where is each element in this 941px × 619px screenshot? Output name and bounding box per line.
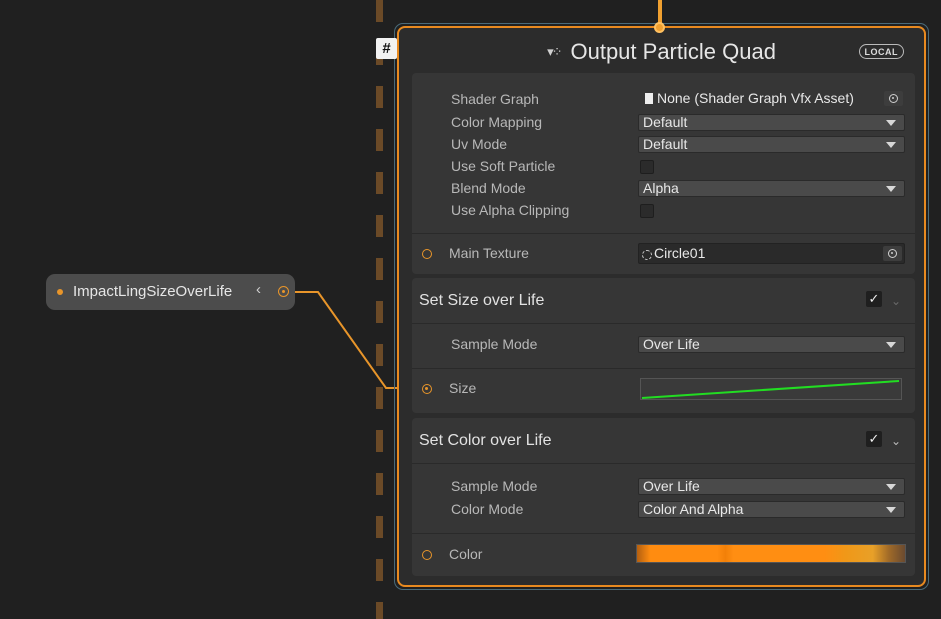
flow-input-port[interactable]: [654, 22, 665, 33]
use-soft-particle-row: Use Soft Particle: [412, 156, 915, 178]
main-texture-row: Main Texture Circle01: [412, 243, 915, 265]
use-soft-particle-label: Use Soft Particle: [451, 158, 556, 174]
color-gradient-field[interactable]: [636, 544, 906, 563]
dropdown-arrow-icon: [886, 507, 896, 513]
sample-mode-dropdown[interactable]: Over Life: [638, 336, 905, 353]
use-soft-particle-checkbox[interactable]: [640, 160, 654, 174]
dropdown-arrow-icon: [886, 142, 896, 148]
property-node-dot: [57, 289, 63, 295]
main-texture-label: Main Texture: [449, 245, 529, 261]
object-picker-icon[interactable]: [884, 91, 903, 106]
use-alpha-clipping-checkbox[interactable]: [640, 204, 654, 218]
dropdown-arrow-icon: [886, 120, 896, 126]
collapse-chevron-icon[interactable]: ‹: [256, 281, 261, 298]
main-texture-field[interactable]: Circle01: [638, 243, 905, 264]
shader-graph-row: Shader Graph None (Shader Graph Vfx Asse…: [412, 89, 915, 111]
dropdown-arrow-icon: [886, 186, 896, 192]
color-mode-label: Color Mode: [451, 501, 524, 517]
size-row: Size: [412, 378, 915, 400]
uv-mode-label: Uv Mode: [451, 136, 508, 152]
main-texture-value: Circle01: [654, 245, 706, 261]
settings-divider: [412, 233, 915, 234]
hash-badge[interactable]: #: [376, 38, 397, 59]
uv-mode-value: Default: [643, 136, 688, 152]
size-curve: [641, 380, 900, 399]
shader-graph-value: None (Shader Graph Vfx Asset): [657, 90, 854, 106]
block-title: Set Size over Life: [419, 292, 545, 309]
block-enable-checkbox[interactable]: ✓: [866, 431, 882, 447]
property-node[interactable]: ImpactLingSizeOverLife ‹: [46, 274, 295, 310]
color-mode-value: Color And Alpha: [643, 501, 744, 517]
dropdown-arrow-icon: [886, 342, 896, 348]
context-title: Output Particle Quad: [570, 39, 776, 64]
dropdown-arrow-icon: [886, 484, 896, 490]
block-divider: [412, 323, 915, 324]
context-settings-panel: Shader Graph None (Shader Graph Vfx Asse…: [412, 73, 915, 274]
set-size-over-life-block[interactable]: Set Size over Life ✓ ⌄ Sample Mode Over …: [412, 278, 915, 413]
size-input-port[interactable]: [422, 384, 432, 394]
use-alpha-clipping-label: Use Alpha Clipping: [451, 202, 570, 218]
vfx-particles-icon: ▾⁘: [547, 44, 562, 59]
texture-icon: [642, 250, 652, 260]
sample-mode-value: Over Life: [643, 336, 700, 352]
block-divider: [412, 533, 915, 534]
color-mapping-dropdown[interactable]: Default: [638, 114, 905, 131]
color-mode-dropdown[interactable]: Color And Alpha: [638, 501, 905, 518]
color-mapping-row: Color Mapping Default: [412, 112, 915, 134]
color-mapping-label: Color Mapping: [451, 114, 543, 130]
uv-mode-row: Uv Mode Default: [412, 134, 915, 156]
block-title: Set Color over Life: [419, 432, 552, 449]
use-alpha-clipping-row: Use Alpha Clipping: [412, 200, 915, 222]
sample-mode-row: Sample Mode Over Life: [412, 334, 915, 356]
context-header: ▾⁘ Output Particle Quad: [399, 37, 924, 67]
blend-mode-dropdown[interactable]: Alpha: [638, 180, 905, 197]
file-icon: [645, 93, 653, 104]
chevron-down-icon[interactable]: ⌄: [891, 434, 901, 448]
chevron-down-icon[interactable]: ⌄: [891, 294, 901, 308]
main-texture-port[interactable]: [422, 249, 432, 259]
sample-mode-label: Sample Mode: [451, 336, 538, 352]
uv-mode-dropdown[interactable]: Default: [638, 136, 905, 153]
block-enable-checkbox[interactable]: ✓: [866, 291, 882, 307]
color-mapping-value: Default: [643, 114, 688, 130]
block-divider: [412, 463, 915, 464]
color-mode-row: Color Mode Color And Alpha: [412, 499, 915, 521]
sample-mode-value: Over Life: [643, 478, 700, 494]
blend-mode-row: Blend Mode Alpha: [412, 178, 915, 200]
sample-mode-row: Sample Mode Over Life: [412, 476, 915, 498]
blend-mode-value: Alpha: [643, 180, 679, 196]
property-output-port[interactable]: [278, 286, 289, 297]
size-curve-field[interactable]: [640, 378, 902, 400]
output-particle-quad-context[interactable]: ▾⁘ Output Particle Quad LOCAL Shader Gra…: [397, 26, 926, 587]
shader-graph-label: Shader Graph: [451, 91, 539, 107]
set-color-over-life-block[interactable]: Set Color over Life ✓ ⌄ Sample Mode Over…: [412, 418, 915, 576]
block-divider: [412, 368, 915, 369]
shader-graph-field[interactable]: None (Shader Graph Vfx Asset): [638, 89, 905, 110]
color-label: Color: [449, 546, 483, 562]
size-label: Size: [449, 380, 477, 396]
sample-mode-label: Sample Mode: [451, 478, 538, 494]
property-node-name: ImpactLingSizeOverLife: [73, 283, 233, 300]
sample-mode-dropdown[interactable]: Over Life: [638, 478, 905, 495]
object-picker-icon[interactable]: [883, 246, 902, 261]
color-input-port[interactable]: [422, 550, 432, 560]
blend-mode-label: Blend Mode: [451, 180, 526, 196]
space-badge[interactable]: LOCAL: [858, 44, 904, 59]
color-row: Color: [412, 544, 915, 566]
